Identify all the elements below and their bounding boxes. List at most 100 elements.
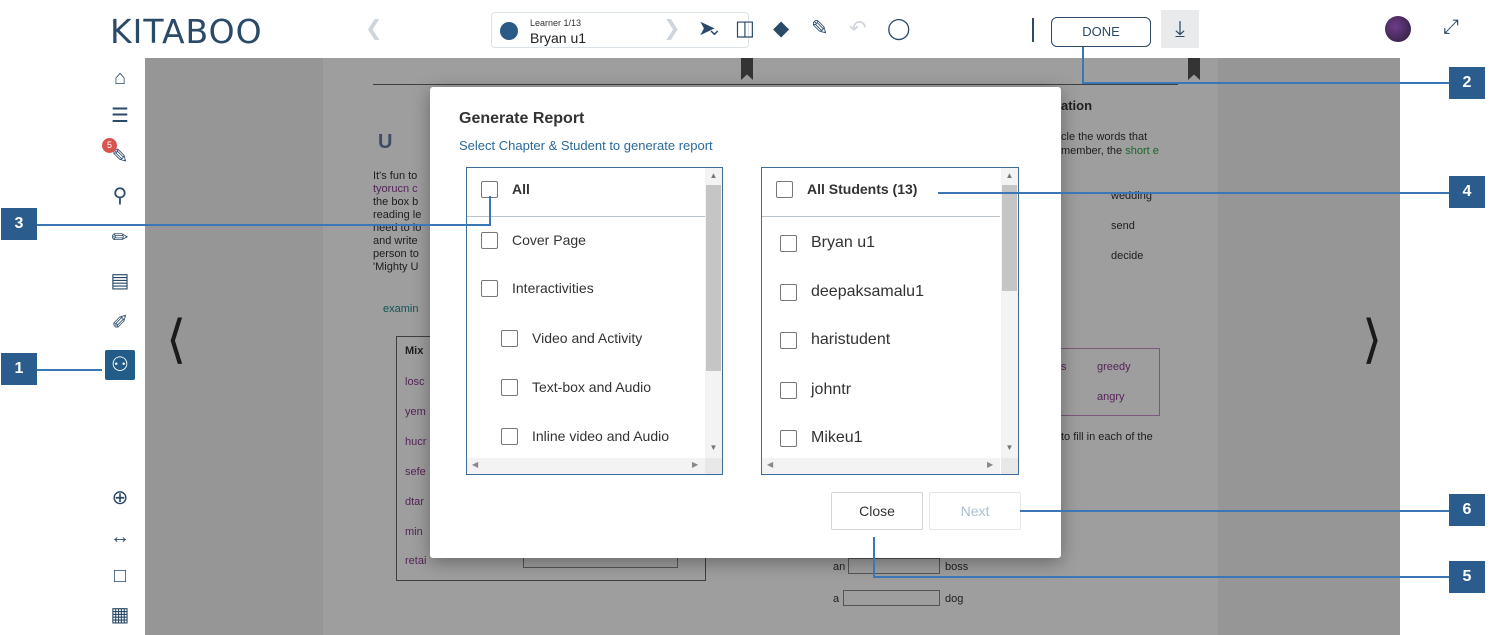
checkbox-label: Text-box and Audio <box>532 379 652 395</box>
scroll-down-icon[interactable]: ▼ <box>1001 443 1018 452</box>
checkbox[interactable] <box>776 180 793 198</box>
download-report-button[interactable]: ⤓ <box>1161 10 1199 48</box>
single-page-icon[interactable]: □ <box>105 561 135 591</box>
callout-line <box>489 196 491 226</box>
checkbox-label: All <box>512 181 530 197</box>
generate-report-dialog: Generate Report Select Chapter & Student… <box>430 87 1061 558</box>
annotation-pen-icon[interactable]: ✏ <box>105 223 135 253</box>
scroll-thumb[interactable] <box>706 185 721 371</box>
chapter-subitem[interactable]: Text-box and Audio <box>501 377 651 397</box>
notification-badge: 5 <box>102 138 117 153</box>
callout-line <box>1082 47 1084 83</box>
done-button[interactable]: DONE <box>1051 17 1151 47</box>
previous-learner-icon[interactable]: ❮ <box>365 16 383 42</box>
student-item[interactable]: haristudent <box>780 330 890 350</box>
callout-line <box>37 369 102 371</box>
scroll-right-icon[interactable]: ▶ <box>987 460 993 469</box>
callout-badge: 3 <box>1 208 37 240</box>
scroll-down-icon[interactable]: ▼ <box>705 443 722 452</box>
chapter-subitem[interactable]: Inline video and Audio <box>501 426 669 446</box>
checkbox-label: Bryan u1 <box>811 234 876 251</box>
checkbox-label: johntr <box>811 381 852 398</box>
student-item[interactable]: Mikeu1 <box>780 428 863 448</box>
checkbox[interactable] <box>481 231 498 249</box>
home-icon[interactable]: ⌂ <box>105 63 135 93</box>
student-item[interactable]: Bryan u1 <box>780 233 875 253</box>
checkbox[interactable] <box>780 234 797 252</box>
checkbox-label: Video and Activity <box>532 330 643 346</box>
scroll-left-icon[interactable]: ◀ <box>472 460 478 469</box>
checkbox-label: Mikeu1 <box>811 429 863 446</box>
user-avatar[interactable] <box>1385 16 1411 42</box>
callout-line <box>873 576 1450 578</box>
scroll-right-icon[interactable]: ▶ <box>692 460 698 469</box>
vertical-scrollbar[interactable]: ▲ ▼ <box>1001 168 1018 458</box>
add-note-icon[interactable]: ▤ <box>105 266 135 296</box>
select-all-students[interactable]: All Students (13) <box>776 179 917 199</box>
pen-tool-icon[interactable]: ✎ <box>811 16 829 42</box>
checkbox[interactable] <box>780 381 797 399</box>
dialog-subtitle: Select Chapter & Student to generate rep… <box>459 138 713 153</box>
screenshot-stage: KITABOO ❮ Learner 1/13 Bryan u1 ⌄ ❯ ➤ ◫ … <box>0 0 1495 635</box>
learner-name: Bryan u1 <box>530 30 587 46</box>
student-list-panel[interactable]: All Students (13) Bryan u1 deepaksamalu1… <box>761 167 1019 475</box>
chapter-subitem[interactable]: Video and Activity <box>501 328 642 348</box>
next-button[interactable]: Next <box>929 492 1021 530</box>
vertical-scrollbar[interactable]: ▲ ▼ <box>705 168 722 458</box>
highlighter-icon[interactable]: ✐ <box>105 308 135 338</box>
callout-line <box>37 224 490 226</box>
thumbnail-view-icon[interactable]: ▦ <box>105 600 135 630</box>
callout-line <box>873 537 875 577</box>
scroll-thumb[interactable] <box>1002 185 1017 291</box>
checkbox-label: deepaksamalu1 <box>811 283 924 300</box>
chapter-list-panel[interactable]: All Cover Page Interactivities Video and… <box>466 167 723 475</box>
eraser-tool-icon[interactable]: ◆ <box>773 16 789 42</box>
teacher-review-icon[interactable]: ⚇ <box>105 350 135 380</box>
scroll-left-icon[interactable]: ◀ <box>767 460 773 469</box>
clear-tool-icon[interactable]: ◯ <box>887 16 911 42</box>
checkbox-label: Inline video and Audio <box>532 428 669 444</box>
chapter-item[interactable]: Interactivities <box>481 278 594 298</box>
fit-width-icon[interactable]: ↔ <box>105 522 135 552</box>
horizontal-scrollbar[interactable]: ◀ ▶ <box>467 458 705 474</box>
callout-badge: 1 <box>1 353 37 385</box>
callout-badge: 6 <box>1449 494 1485 526</box>
scrollbar-corner <box>1001 458 1018 474</box>
checkbox[interactable] <box>501 329 518 347</box>
close-button[interactable]: Close <box>831 492 923 530</box>
checkbox[interactable] <box>481 279 498 297</box>
checkbox[interactable] <box>780 331 797 349</box>
checkbox-label: All Students (13) <box>807 181 918 197</box>
toolbar-divider <box>1032 18 1034 42</box>
callout-line <box>1020 510 1450 512</box>
checkbox[interactable] <box>501 378 518 396</box>
checkbox[interactable] <box>780 429 797 447</box>
next-learner-icon[interactable]: ❯ <box>663 16 681 42</box>
callout-line <box>938 192 1450 194</box>
top-toolbar: KITABOO ❮ Learner 1/13 Bryan u1 ⌄ ❯ ➤ ◫ … <box>95 0 1459 58</box>
checkbox[interactable] <box>780 283 797 301</box>
callout-badge: 2 <box>1449 67 1485 99</box>
checkbox-label: haristudent <box>811 331 891 348</box>
chapter-item[interactable]: Cover Page <box>481 230 586 250</box>
horizontal-scrollbar[interactable]: ◀ ▶ <box>762 458 1000 474</box>
checkbox[interactable] <box>501 427 518 445</box>
learner-avatar-icon <box>500 22 518 40</box>
student-item[interactable]: johntr <box>780 380 851 400</box>
student-item[interactable]: deepaksamalu1 <box>780 282 924 302</box>
pointer-tool-icon[interactable]: ➤ <box>698 16 716 42</box>
scroll-up-icon[interactable]: ▲ <box>705 171 722 180</box>
search-icon[interactable]: ⚲ <box>105 181 135 211</box>
download-icon: ⤓ <box>1175 16 1185 41</box>
kitaboo-logo: KITABOO <box>110 12 263 51</box>
zoom-in-icon[interactable]: ⊕ <box>105 483 135 513</box>
checkbox[interactable] <box>481 180 498 198</box>
callout-line <box>1082 82 1450 84</box>
undo-tool-icon[interactable]: ↶ <box>849 16 867 42</box>
scroll-up-icon[interactable]: ▲ <box>1001 171 1018 180</box>
table-of-contents-icon[interactable]: ☰ <box>105 101 135 131</box>
dialog-title: Generate Report <box>459 110 585 127</box>
checkbox-label: Cover Page <box>512 232 586 248</box>
select-area-tool-icon[interactable]: ◫ <box>735 16 755 42</box>
fullscreen-expand-icon[interactable]: ⤢ <box>1443 16 1459 39</box>
